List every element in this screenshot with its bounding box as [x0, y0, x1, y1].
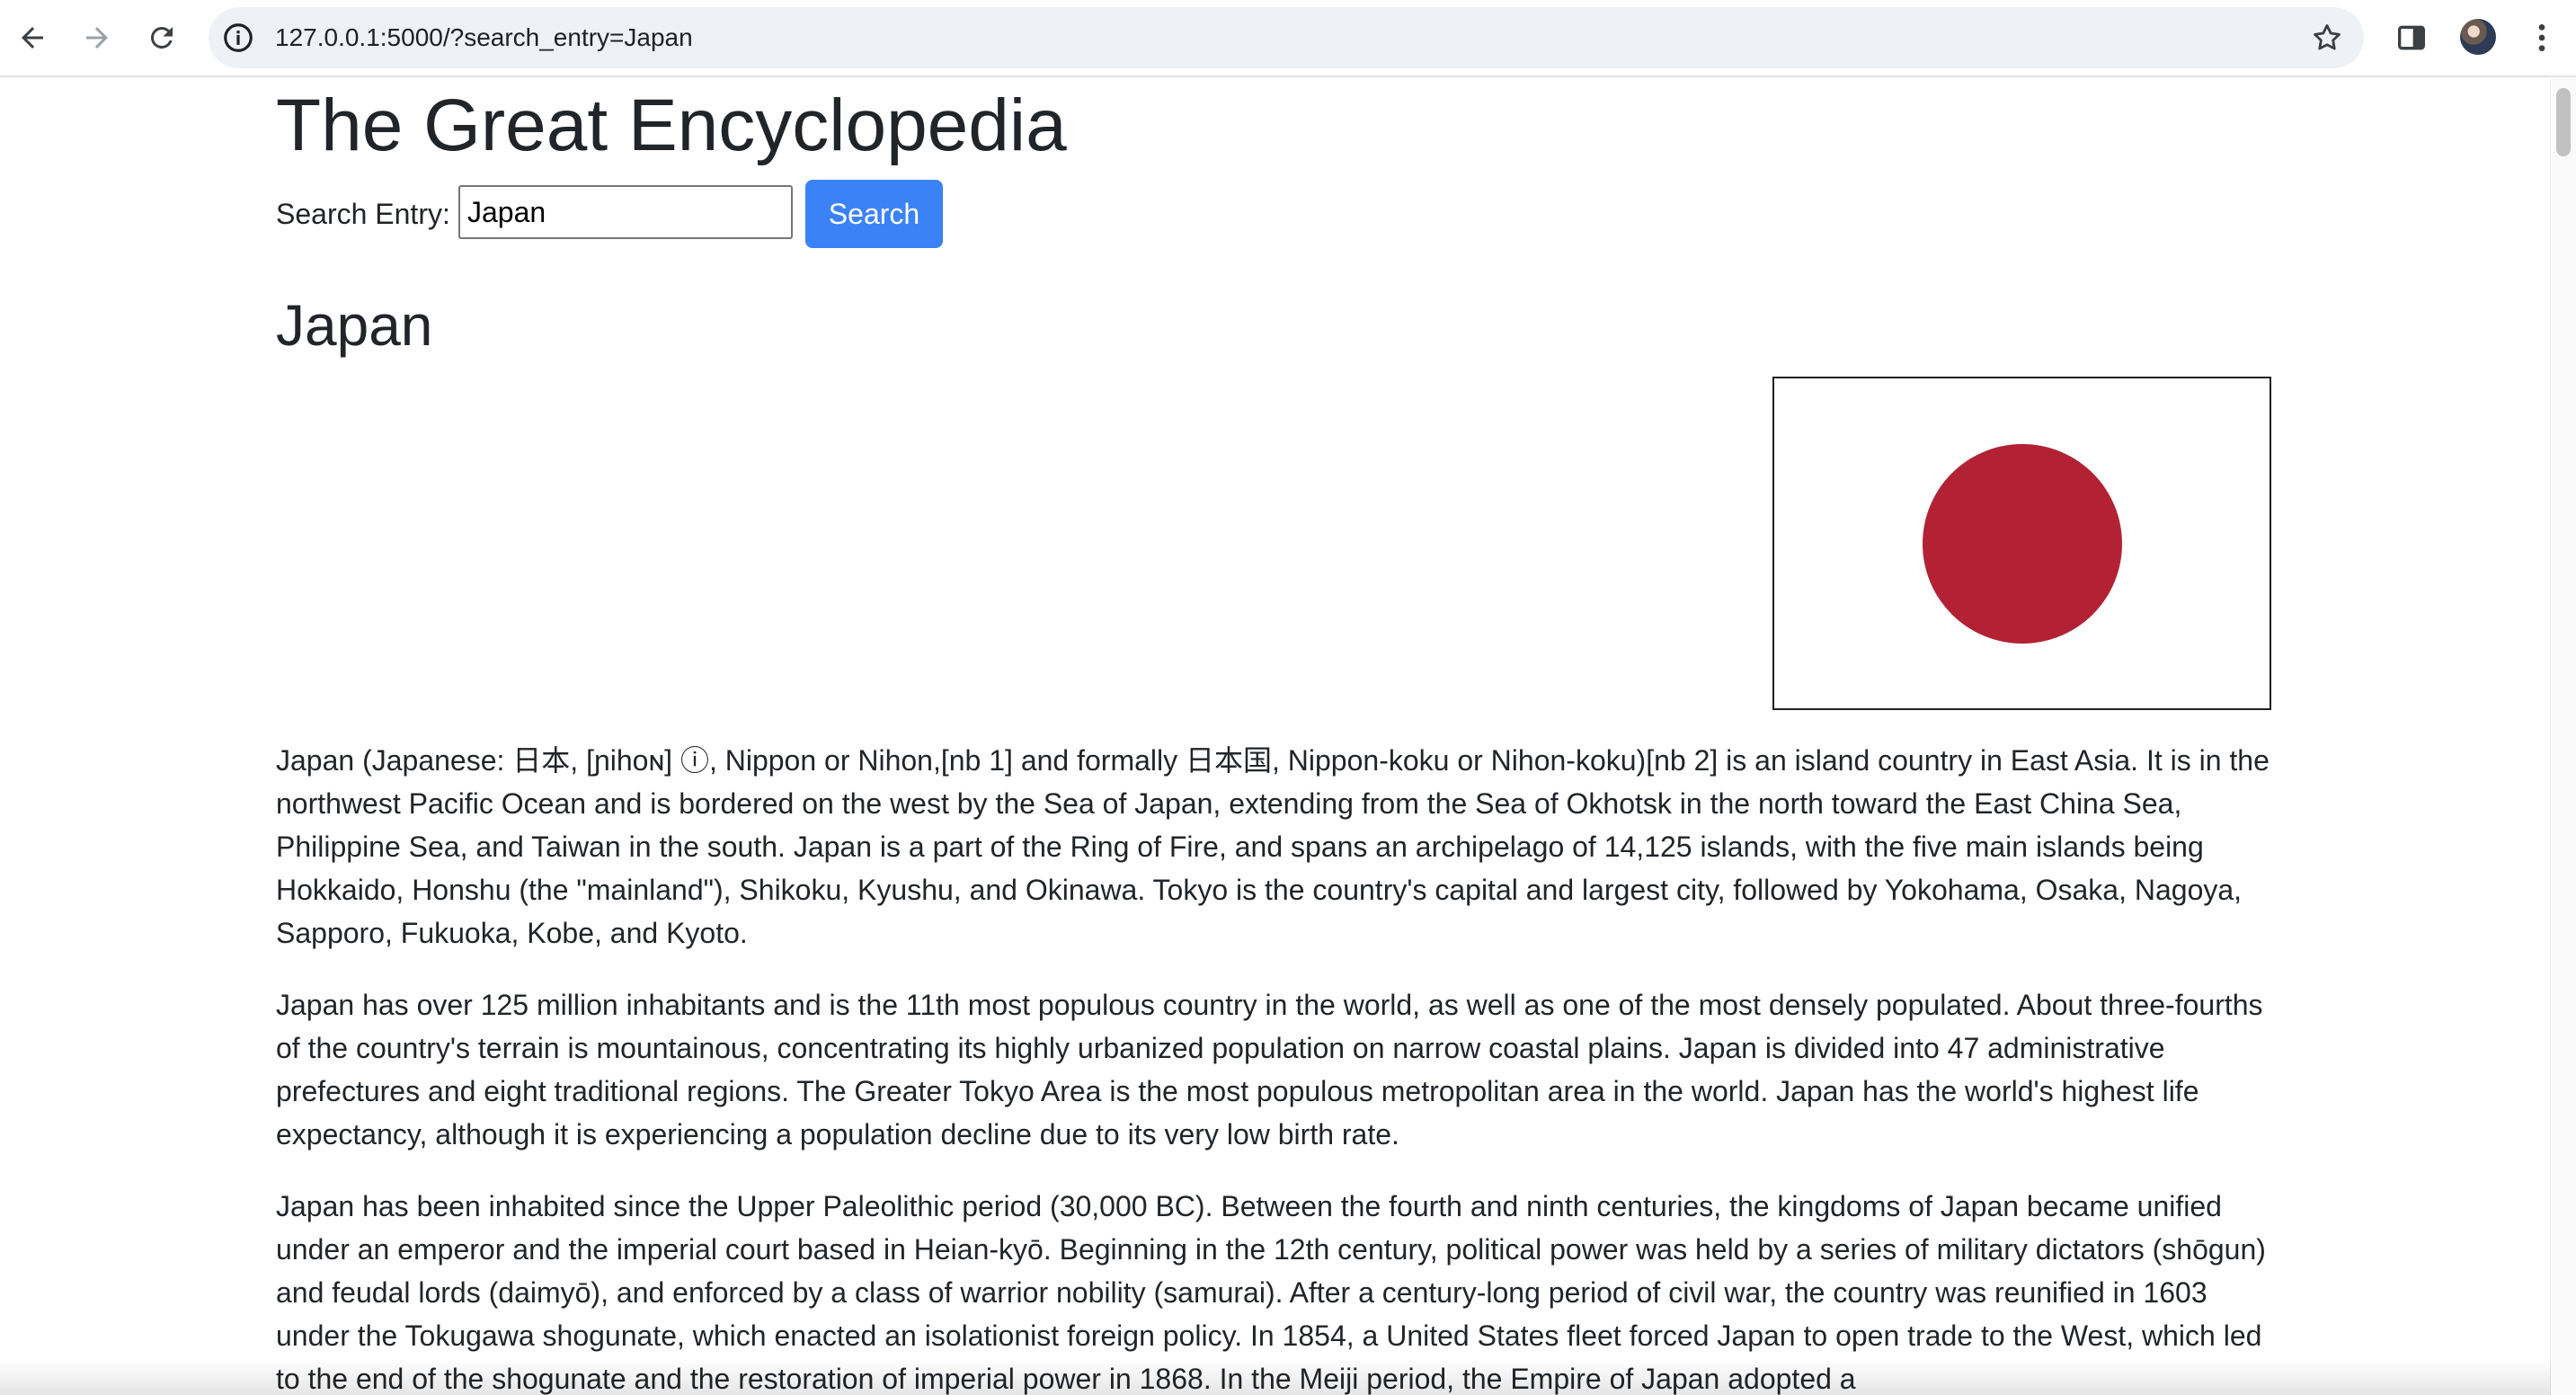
search-button[interactable]: Search	[805, 180, 943, 248]
search-input[interactable]	[458, 185, 793, 239]
browser-toolbar: 127.0.0.1:5000/?search_entry=Japan	[0, 0, 2576, 77]
forward-button[interactable]	[70, 11, 124, 65]
site-title: The Great Encyclopedia	[276, 84, 1067, 166]
bookmark-star-icon[interactable]	[2310, 21, 2344, 55]
article-paragraph: Japan has over 125 million inhabitants a…	[276, 989, 2263, 1151]
page-scrollbar[interactable]	[2550, 79, 2576, 1395]
kebab-menu-icon[interactable]	[2524, 20, 2560, 56]
search-form: Search Entry: Search	[276, 180, 1355, 248]
flag-red-disc	[1922, 443, 2122, 644]
address-bar[interactable]: 127.0.0.1:5000/?search_entry=Japan	[209, 7, 2364, 68]
entry-title: Japan	[276, 293, 433, 358]
profile-avatar[interactable]	[2460, 19, 2496, 55]
back-button[interactable]	[5, 11, 59, 65]
article-paragraph: Japan (Japanese: 日本, [ɲihoɴ] ⓘ, Nippon o…	[276, 744, 2270, 949]
reload-button[interactable]	[135, 11, 189, 65]
back-arrow-icon	[22, 27, 43, 49]
reload-icon	[150, 26, 173, 49]
scrollbar-thumb[interactable]	[2556, 88, 2571, 156]
japan-flag-image	[1772, 377, 2271, 710]
url-text[interactable]: 127.0.0.1:5000/?search_entry=Japan	[275, 7, 693, 68]
side-panel-icon[interactable]	[2394, 20, 2429, 56]
entry-article: Japan (Japanese: 日本, [ɲihoɴ] ⓘ, Nippon o…	[276, 739, 2271, 1395]
search-label: Search Entry:	[276, 198, 450, 230]
article-paragraph: Japan has been inhabited since the Upper…	[276, 1190, 2266, 1395]
site-info-icon[interactable]	[221, 21, 255, 55]
page-viewport: The Great Encyclopedia Search Entry: Sea…	[0, 79, 2576, 1395]
forward-arrow-icon	[86, 27, 108, 49]
